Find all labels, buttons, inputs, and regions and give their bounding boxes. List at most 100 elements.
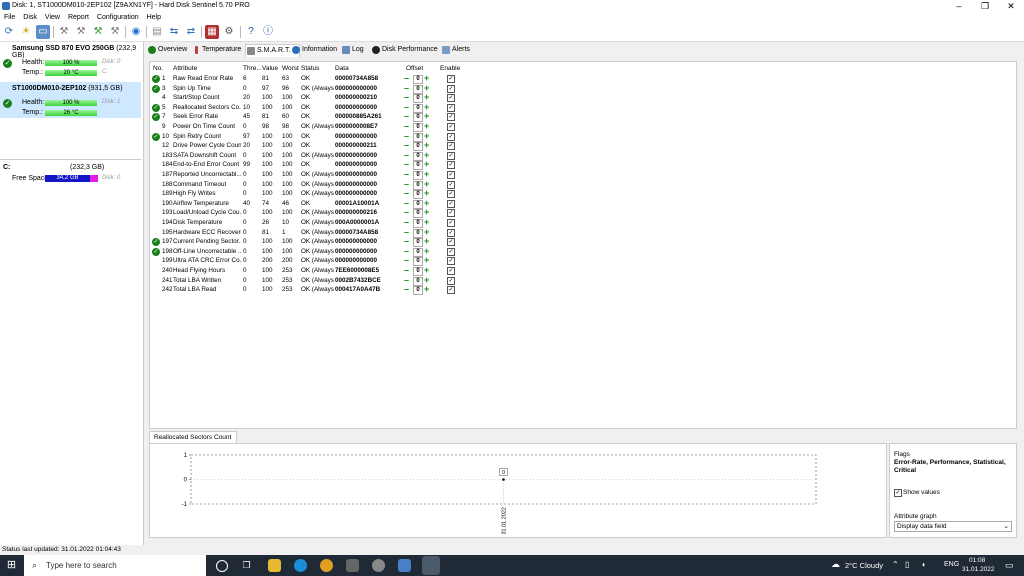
wrench-icon[interactable]: ⚒	[108, 25, 122, 39]
network-icon[interactable]: ⇄	[184, 25, 198, 39]
wrench-icon[interactable]: ⚒	[57, 25, 71, 39]
menu-file[interactable]: File	[0, 13, 19, 21]
clock-time[interactable]: 01:08	[969, 557, 985, 564]
chevron-up-icon[interactable]: ⌃	[892, 560, 899, 569]
plus-icon[interactable]: +	[424, 189, 431, 198]
table-row[interactable]: 183 SATA Downshift Count 0 100 100 OK (Always…	[150, 150, 470, 161]
weather-text[interactable]: 2°C Cloudy	[845, 561, 883, 570]
maximize-button[interactable]: ❐	[972, 0, 998, 13]
col-threshold[interactable]: Thre...	[243, 65, 262, 72]
table-row[interactable]: 184 End-to-End Error Count 99 100 100 OK 00000…	[150, 160, 470, 171]
table-row[interactable]: 188Command Timeout0100100OK (Always...00…	[150, 179, 470, 190]
notification-icon[interactable]: ▭	[1005, 560, 1014, 571]
enable-checkbox[interactable]: ✓	[447, 94, 455, 103]
info-icon[interactable]: ⓘ	[261, 25, 275, 39]
disk-item[interactable]: Samsung SSD 870 EVO 250GB (232,9 GB) ✓ H…	[0, 42, 141, 82]
globe-icon[interactable]: ◉	[129, 25, 143, 39]
enable-checkbox[interactable]: ✓	[447, 199, 455, 208]
table-row[interactable]: 194Disk Temperature02610OK (Always...000…	[150, 218, 470, 228]
table-row[interactable]: ✓ 197 Current Pending Sector... 0 100 100 OK (…	[150, 237, 470, 248]
windows-start-icon[interactable]: ⊞	[5, 559, 18, 572]
attribute-graph-select[interactable]: Display data field ⌄	[894, 521, 1012, 532]
sun-icon[interactable]: ☀	[19, 25, 33, 39]
network-icon[interactable]: ⇆	[167, 25, 181, 39]
offset-value[interactable]: 0	[413, 286, 423, 296]
task-view-icon[interactable]: ❐	[240, 559, 253, 572]
enable-checkbox[interactable]: ✓	[447, 142, 455, 151]
enable-checkbox[interactable]: ✓	[447, 238, 455, 247]
table-row[interactable]: 4 Start/Stop Count 20 100 100 OK 000000000210–…	[150, 93, 470, 104]
screen-icon[interactable]: ▭	[36, 25, 50, 39]
table-row[interactable]: 187 Reported Uncorrectabl... 0 100 100 OK (Al…	[150, 170, 470, 180]
chrome-icon[interactable]	[320, 559, 333, 572]
help-icon[interactable]: ?	[244, 25, 258, 39]
table-row[interactable]: 9Power On Time Count09898OK (Always...00…	[150, 122, 470, 132]
table-row[interactable]: ✓ 1 Raw Read Error Rate 6 81 63 OK 00000734A858…	[150, 74, 470, 84]
enable-checkbox[interactable]: ✓	[447, 286, 455, 295]
col-attribute[interactable]: Attribute	[173, 65, 197, 72]
minus-icon[interactable]: –	[404, 285, 411, 294]
table-row[interactable]: 195Hardware ECC Recovered0811OK (Always.…	[150, 227, 470, 238]
enable-checkbox[interactable]: ✓	[447, 75, 455, 83]
plus-icon[interactable]: +	[424, 266, 431, 275]
enable-checkbox[interactable]: ✓	[447, 161, 455, 170]
language-indicator[interactable]: ENG	[944, 561, 959, 568]
col-enable[interactable]: Enable	[440, 65, 460, 72]
enable-checkbox[interactable]: ✓	[447, 113, 455, 122]
table-row[interactable]: 199 Ultra ATA CRC Error Co... 0 200 200 OK (A…	[150, 256, 470, 267]
hard-disk-sentinel-taskbar-icon[interactable]	[422, 556, 440, 575]
volume-item[interactable]: C: (232,3 GB) Free Space 34,2 GB Disk: 0	[0, 163, 141, 187]
network-icon[interactable]: ▯	[905, 560, 909, 569]
enable-checkbox[interactable]: ✓	[447, 257, 455, 266]
table-row[interactable]: 242Total LBA Read0100253OK (Always...000…	[150, 285, 470, 296]
table-row[interactable]: 189High Fly Writes0100100OK (Always...00…	[150, 189, 470, 200]
minus-icon[interactable]: –	[404, 74, 411, 83]
enable-checkbox[interactable]: ✓	[447, 247, 455, 256]
refresh-icon[interactable]: ⟳	[2, 25, 16, 39]
minimize-button[interactable]: –	[946, 0, 972, 13]
col-worst[interactable]: Worst	[282, 65, 299, 72]
volume-icon[interactable]: ◖	[921, 560, 926, 569]
minus-icon[interactable]: –	[404, 237, 411, 246]
enable-checkbox[interactable]: ✓	[447, 180, 455, 189]
table-row[interactable]: ✓ 7 Seek Error Rate 45 81 60 OK 000000885A261–0…	[150, 112, 470, 123]
enable-checkbox[interactable]: ✓	[447, 190, 455, 199]
table-row[interactable]: 240Head Flying Hours0100253OK (Always...…	[150, 266, 470, 276]
enable-checkbox[interactable]: ✓	[447, 84, 455, 93]
cortana-icon[interactable]	[216, 560, 228, 572]
plus-icon[interactable]: +	[424, 237, 431, 246]
file-explorer-icon[interactable]	[268, 559, 281, 572]
menu-configuration[interactable]: Configuration	[93, 13, 143, 21]
plus-icon[interactable]: +	[424, 170, 431, 179]
enable-checkbox[interactable]: ✓	[447, 276, 455, 285]
enable-checkbox[interactable]: ✓	[447, 103, 455, 112]
col-data[interactable]: Data	[335, 65, 349, 72]
minus-icon[interactable]: –	[404, 218, 411, 227]
tab-information[interactable]: Information	[291, 44, 348, 56]
col-status[interactable]: Status	[301, 65, 319, 72]
minus-icon[interactable]: –	[404, 122, 411, 131]
wrench-icon[interactable]: ⚒	[74, 25, 88, 39]
edge-icon[interactable]	[294, 559, 307, 572]
col-offset[interactable]: Offset	[406, 65, 423, 72]
enable-checkbox[interactable]: ✓	[447, 151, 455, 160]
table-row[interactable]: ✓ 198 Off-Line Uncorrectable ... 0 100 100 OK …	[150, 246, 470, 257]
enable-checkbox[interactable]: ✓	[447, 209, 455, 218]
disk-item-selected[interactable]: ST1000DM010-2EP102 (931,5 GB) ✓ Health: …	[0, 82, 141, 118]
table-row[interactable]: ✓ 10 Spin Retry Count 97 100 100 OK 00000000000…	[150, 131, 470, 142]
menu-report[interactable]: Report	[64, 13, 93, 21]
tab-disk-performance[interactable]: Disk Performance	[371, 44, 448, 56]
app-icon[interactable]	[398, 559, 411, 572]
enable-checkbox[interactable]: ✓	[447, 267, 455, 275]
plus-icon[interactable]: +	[424, 122, 431, 131]
plus-icon[interactable]: +	[424, 285, 431, 294]
menu-disk[interactable]: Disk	[19, 13, 41, 21]
table-row[interactable]: 12 Drive Power Cycle Count 20 100 100 OK 00000…	[150, 141, 470, 152]
plus-icon[interactable]: +	[424, 218, 431, 227]
clock-date[interactable]: 31.01.2022	[962, 566, 995, 573]
minus-icon[interactable]: –	[404, 189, 411, 198]
wrench-icon[interactable]: ⚒	[91, 25, 105, 39]
plus-icon[interactable]: +	[424, 141, 431, 150]
table-row[interactable]: ✓ 5 Reallocated Sectors Co... 10 100 100 OK 000…	[150, 102, 470, 113]
enable-checkbox[interactable]: ✓	[447, 228, 455, 237]
